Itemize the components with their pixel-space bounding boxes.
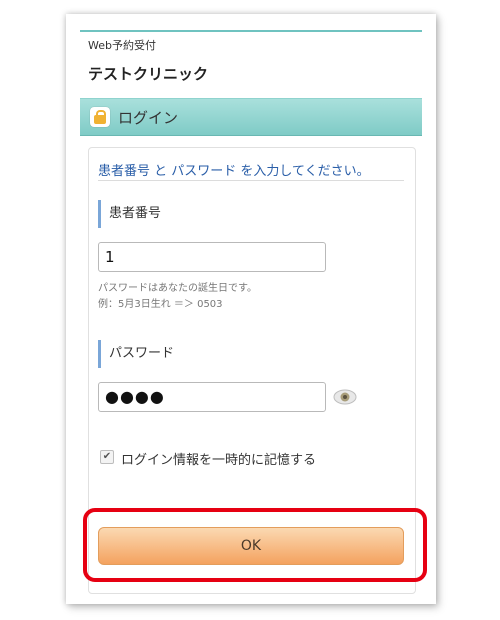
- password-hint: パスワードはあなたの誕生日です。: [98, 283, 257, 294]
- eye-icon[interactable]: [333, 389, 357, 405]
- remember-checkbox[interactable]: ✔: [100, 450, 114, 464]
- section-title: ログイン: [118, 109, 179, 127]
- clinic-title: テストクリニック: [88, 65, 209, 83]
- brand-label: Web予約受付: [88, 39, 156, 52]
- patient-id-input[interactable]: 1: [98, 242, 326, 272]
- ok-button[interactable]: OK: [98, 527, 404, 565]
- password-example: 例：5月3日生れ ＝＞ 0503: [98, 299, 223, 310]
- lock-icon: [90, 107, 110, 127]
- form-instruction: 患者番号 と パスワード を入力してください。: [98, 164, 370, 179]
- password-label: パスワード: [98, 340, 174, 368]
- divider: [98, 180, 404, 181]
- password-input[interactable]: ●●●●: [98, 382, 326, 412]
- top-accent-bar: [80, 30, 422, 32]
- login-section-header: ログイン: [80, 98, 422, 136]
- patient-id-label: 患者番号: [98, 200, 161, 228]
- remember-label[interactable]: ログイン情報を一時的に記憶する: [121, 449, 316, 468]
